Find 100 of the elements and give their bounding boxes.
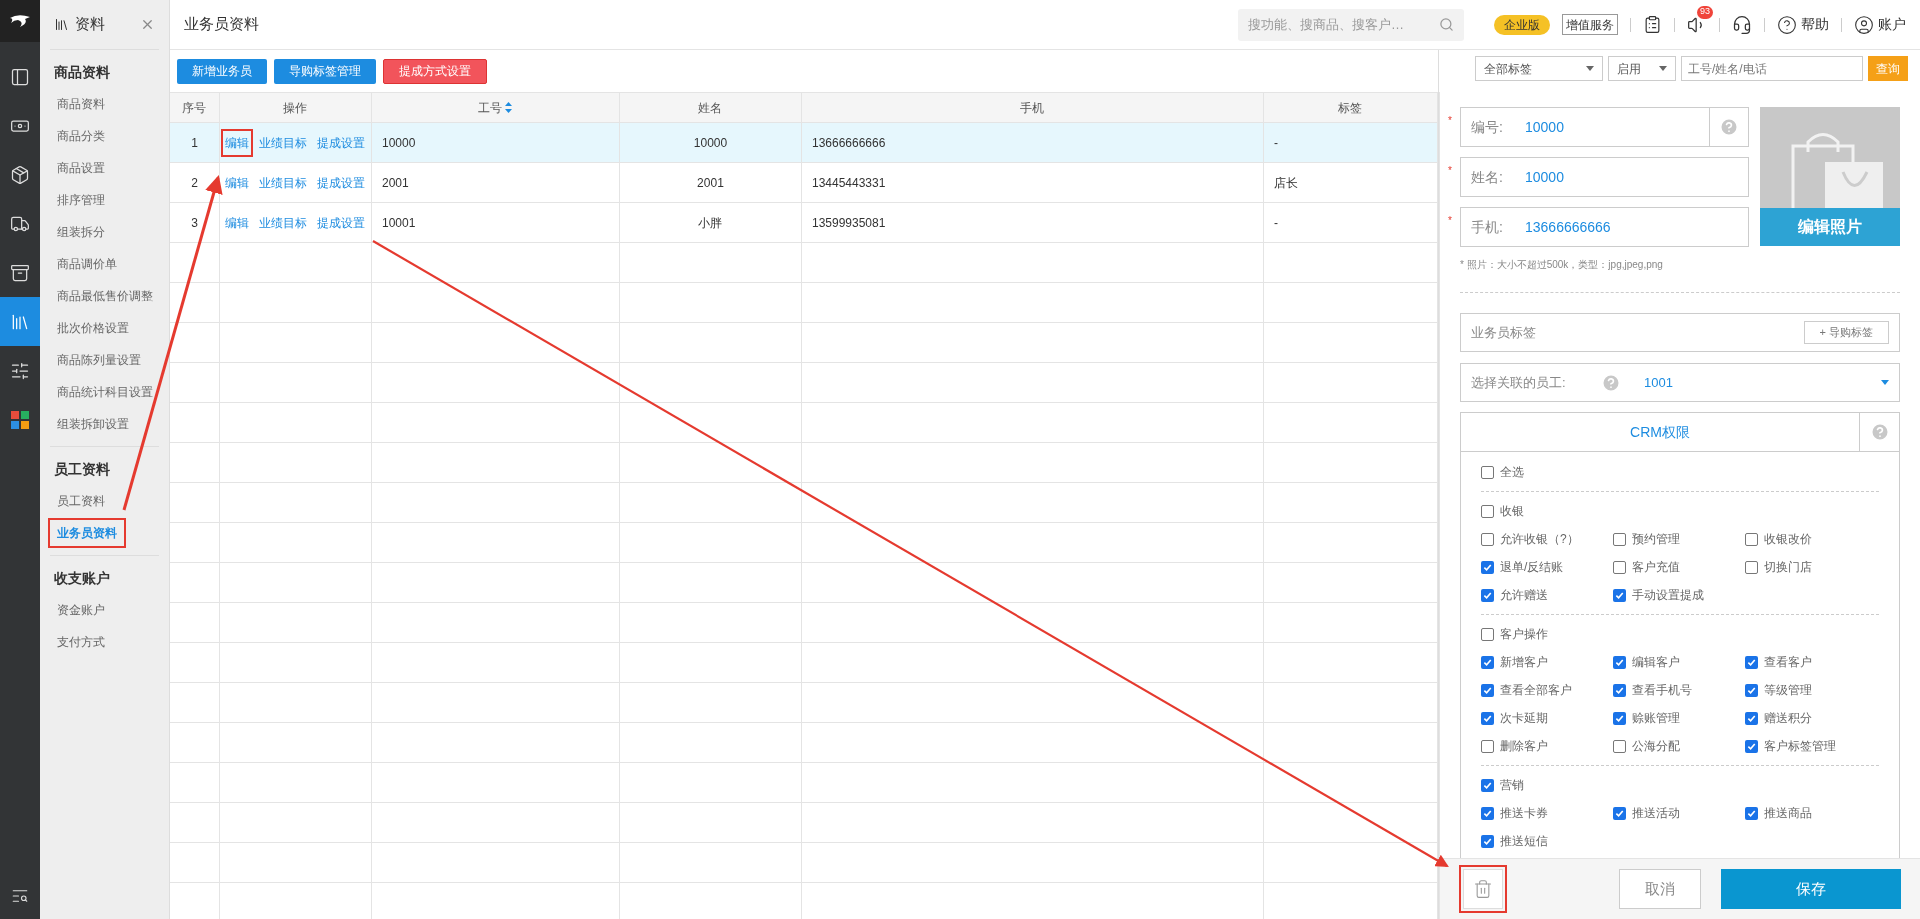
required-mark: * (1448, 215, 1452, 227)
column-header: 序号 (182, 99, 207, 117)
edit-photo-button[interactable]: 编辑照片 (1760, 208, 1900, 246)
toolbar-button[interactable]: 导购标签管理 (273, 58, 376, 84)
checkbox-label: 手动设置提成 (1632, 587, 1704, 604)
table-cell-text: 13599935081 (811, 214, 886, 232)
table-cell-text: 10000 (381, 134, 416, 152)
action-link[interactable]: 业绩目标 (255, 128, 312, 157)
column-header: 操作 (283, 99, 308, 117)
section-title: 商品资料 (52, 62, 111, 82)
checkbox-label: 编辑客户 (1632, 654, 1680, 671)
field-value[interactable]: 10000 (1525, 166, 1748, 188)
section-title: 收支账户 (52, 568, 111, 588)
sidebar-item[interactable]: 商品分类 (47, 121, 114, 151)
sidebar-title: 资料 (74, 14, 105, 35)
sidebar-item[interactable]: 排序管理 (47, 185, 114, 215)
checkbox-label: 删除客户 (1500, 738, 1548, 755)
action-link[interactable]: 编辑 (221, 128, 254, 157)
add-tag-button[interactable]: + 导购标签 (1803, 321, 1889, 344)
action-link[interactable]: 提成设置 (313, 168, 370, 197)
checkbox-label: 查看全部客户 (1500, 682, 1572, 699)
checkbox-label: 新增客户 (1500, 654, 1548, 671)
edition-badge: 企业版 (1494, 14, 1550, 35)
table-cell-text: 2001 (381, 174, 409, 192)
sidebar-item[interactable]: 支付方式 (47, 627, 114, 657)
checkbox-label: 预约管理 (1632, 531, 1680, 548)
table-row[interactable]: 3 编辑 业绩目标 提成设置 10001 小胖 13599935081 - (169, 203, 1438, 243)
action-link[interactable]: 提成设置 (313, 208, 370, 237)
sidebar-item[interactable]: 组装拆卸设置 (47, 409, 138, 439)
value-service-button[interactable]: 增值服务 (1562, 14, 1618, 35)
sidebar-item[interactable]: 商品调价单 (47, 249, 126, 279)
field-value[interactable]: 13666666666 (1525, 216, 1748, 238)
checkbox-label: 赠送积分 (1764, 710, 1812, 727)
field-value[interactable]: 10000 (1525, 116, 1709, 138)
sidebar-item[interactable]: 商品陈列量设置 (47, 345, 150, 375)
sidebar-item[interactable]: 商品设置 (47, 153, 114, 183)
toolbar-button[interactable]: 新增业务员 (176, 58, 267, 84)
notification-badge: 93 (1697, 5, 1713, 19)
table-row[interactable]: 1 编辑 业绩目标 提成设置 10000 10000 13666666666 - (169, 123, 1438, 163)
checkbox-label: 赊账管理 (1632, 710, 1680, 727)
checkbox-label: 等级管理 (1764, 682, 1812, 699)
query-field[interactable]: 工号/姓名/电话 (1681, 56, 1863, 81)
action-link[interactable]: 业绩目标 (255, 168, 312, 197)
table-cell-text: 小胖 (698, 214, 723, 232)
checkbox-label: 次卡延期 (1500, 710, 1548, 727)
checkbox-label: 客户充值 (1632, 559, 1680, 576)
checkbox-label: 收银改价 (1764, 531, 1812, 548)
action-link[interactable]: 提成设置 (313, 128, 370, 157)
table-cell-text: 3 (191, 214, 198, 232)
page-title: 业务员资料 (183, 14, 259, 35)
toolbar-button[interactable]: 提成方式设置 (382, 58, 487, 84)
sidebar-item[interactable]: 商品资料 (47, 89, 114, 119)
status-select[interactable]: 启用 (1608, 56, 1676, 81)
checkbox-label: 推送活动 (1632, 805, 1680, 822)
checkbox-label: 全选 (1500, 464, 1524, 481)
checkbox-label: 查看手机号 (1632, 682, 1692, 699)
tag-field[interactable]: 业务员标签 + 导购标签 (1460, 313, 1900, 352)
table-cell-text: 2001 (697, 174, 724, 192)
sidebar-item[interactable]: 业务员资料 (47, 518, 126, 548)
checkbox-label: 收银 (1500, 503, 1524, 520)
table-row[interactable]: 2 编辑 业绩目标 提成设置 2001 2001 13445443331 店长 (169, 163, 1438, 203)
search-field[interactable]: 搜功能、搜商品、搜客户… (1238, 8, 1464, 41)
table-cell-text: - (1273, 214, 1278, 232)
tag-select[interactable]: 全部标签 (1475, 56, 1603, 81)
employee-select[interactable]: 选择关联的员工: 1001 (1460, 363, 1900, 402)
table-cell-text: 店长 (1273, 174, 1298, 192)
required-mark: * (1448, 165, 1452, 177)
cancel-button[interactable]: 取消 (1619, 869, 1701, 909)
checkbox-label: 允许赠送 (1500, 587, 1548, 604)
column-header: 标签 (1338, 99, 1363, 117)
checkbox-label: 客户标签管理 (1764, 738, 1836, 755)
checkbox-label: 退单/反结账 (1500, 559, 1564, 576)
crm-title: CRM权限 (1629, 422, 1691, 442)
sidebar-item[interactable]: 组装拆分 (47, 217, 114, 247)
sidebar-item[interactable]: 员工资料 (47, 486, 114, 516)
table-cell-text: 10000 (693, 134, 728, 152)
field-label: 手机: (1471, 217, 1504, 237)
checkbox-label: 切换门店 (1764, 559, 1812, 576)
action-link[interactable]: 业绩目标 (255, 208, 312, 237)
column-header[interactable]: 工号 (478, 98, 513, 117)
sidebar-item[interactable]: 资金账户 (47, 595, 114, 625)
section-title: 员工资料 (52, 459, 111, 479)
field-label: 编号: (1471, 117, 1504, 137)
table-cell-text: - (1273, 134, 1278, 152)
sidebar-item[interactable]: 商品统计科目设置 (47, 377, 162, 407)
table-cell-text: 13666666666 (811, 134, 886, 152)
table-cell-text: 2 (191, 174, 198, 192)
sidebar-item[interactable]: 商品最低售价调整 (47, 281, 162, 311)
checkbox-label: 允许收银（?） (1500, 531, 1579, 548)
table-cell-text: 10001 (381, 214, 416, 232)
column-header: 手机 (1020, 99, 1045, 117)
action-link[interactable]: 编辑 (221, 168, 254, 197)
field-label: 姓名: (1471, 167, 1504, 187)
checkbox-label: 查看客户 (1764, 654, 1812, 671)
action-link[interactable]: 编辑 (221, 208, 254, 237)
checkbox-label: 公海分配 (1632, 738, 1680, 755)
account-button[interactable]: 账户 (1854, 14, 1906, 35)
save-button[interactable]: 保存 (1721, 869, 1901, 909)
sidebar-item[interactable]: 批次价格设置 (47, 313, 138, 343)
help-button[interactable]: 帮助 (1777, 14, 1829, 35)
